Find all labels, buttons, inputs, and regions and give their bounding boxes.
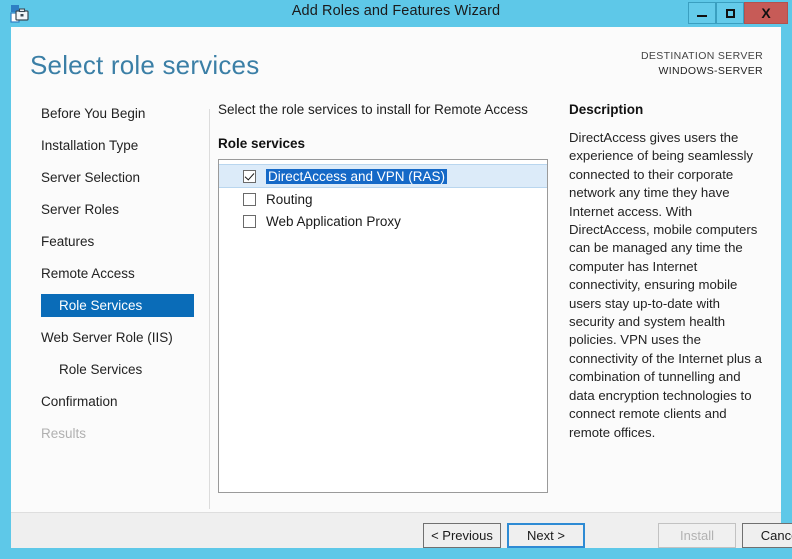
checkbox-icon[interactable]	[243, 169, 256, 183]
sidebar-item-results: Results	[41, 426, 87, 441]
title-bar: Add Roles and Features Wizard X	[0, 0, 792, 27]
install-button: Install	[658, 523, 736, 548]
wizard-body: Select role services DESTINATION SERVER …	[11, 27, 792, 548]
checkbox-icon[interactable]	[243, 214, 256, 228]
maximize-button[interactable]	[716, 2, 744, 24]
role-service-label: DirectAccess and VPN (RAS)	[266, 168, 448, 184]
sidebar-item-installation-type[interactable]: Installation Type	[11, 134, 199, 157]
sidebar-item-role-services[interactable]: Role Services	[11, 358, 199, 381]
sidebar-item-web-server-role-iis[interactable]: Web Server Role (IIS)	[11, 326, 199, 349]
description-text: DirectAccess gives users the experience …	[569, 130, 762, 440]
minimize-button[interactable]	[688, 2, 716, 24]
previous-button[interactable]: < Previous	[423, 523, 501, 548]
role-service-label: Routing	[266, 191, 313, 207]
role-service-row[interactable]: Web Application Proxy	[219, 210, 547, 232]
minimize-icon	[697, 14, 707, 17]
destination-server-block: DESTINATION SERVER WINDOWS-SERVER	[641, 49, 763, 79]
close-button[interactable]: X	[744, 2, 788, 24]
wizard-window: Add Roles and Features Wizard X Select r…	[0, 0, 792, 559]
main-content: Select the role services to install for …	[218, 102, 554, 493]
description-title: Description	[569, 102, 644, 117]
role-services-listbox[interactable]: DirectAccess and VPN (RAS) Routing Web App…	[218, 159, 548, 493]
sidebar-item-features[interactable]: Features	[11, 230, 199, 253]
cancel-button[interactable]: Cancel	[742, 523, 792, 548]
role-service-label: Web Application Proxy	[266, 213, 401, 229]
page-title: Select role services	[30, 50, 260, 80]
footer-bar: < Previous Next > Install Cancel	[11, 513, 792, 548]
sidebar-divider	[209, 109, 210, 509]
destination-server-value: WINDOWS-SERVER	[658, 65, 763, 77]
close-icon: X	[761, 5, 771, 21]
sidebar-item-server-roles[interactable]: Server Roles	[11, 198, 199, 221]
checkbox-icon[interactable]	[243, 192, 256, 206]
description-panel: Description DirectAccess gives users the…	[569, 102, 769, 442]
role-service-row[interactable]: Routing	[219, 188, 547, 210]
role-service-row[interactable]: DirectAccess and VPN (RAS)	[219, 164, 547, 188]
sidebar-item-before-you-begin[interactable]: Before You Begin	[11, 102, 199, 125]
next-button[interactable]: Next >	[507, 523, 585, 548]
wizard-steps-nav: Before You Begin Installation Type Server …	[11, 102, 199, 512]
destination-server-label: DESTINATION SERVER	[640, 50, 763, 62]
sidebar-item-confirmation[interactable]: Confirmation	[11, 390, 199, 413]
maximize-icon	[725, 8, 735, 18]
role-services-label: Role services	[218, 136, 306, 151]
window-title: Add Roles and Features Wizard	[291, 3, 501, 19]
instruction-text: Select the role services to install for …	[218, 102, 528, 117]
sidebar-item-server-selection[interactable]: Server Selection	[11, 166, 199, 189]
sidebar-item-remote-access[interactable]: Remote Access	[11, 262, 199, 285]
sidebar-item-role-services[interactable]: Role Services	[41, 294, 194, 317]
